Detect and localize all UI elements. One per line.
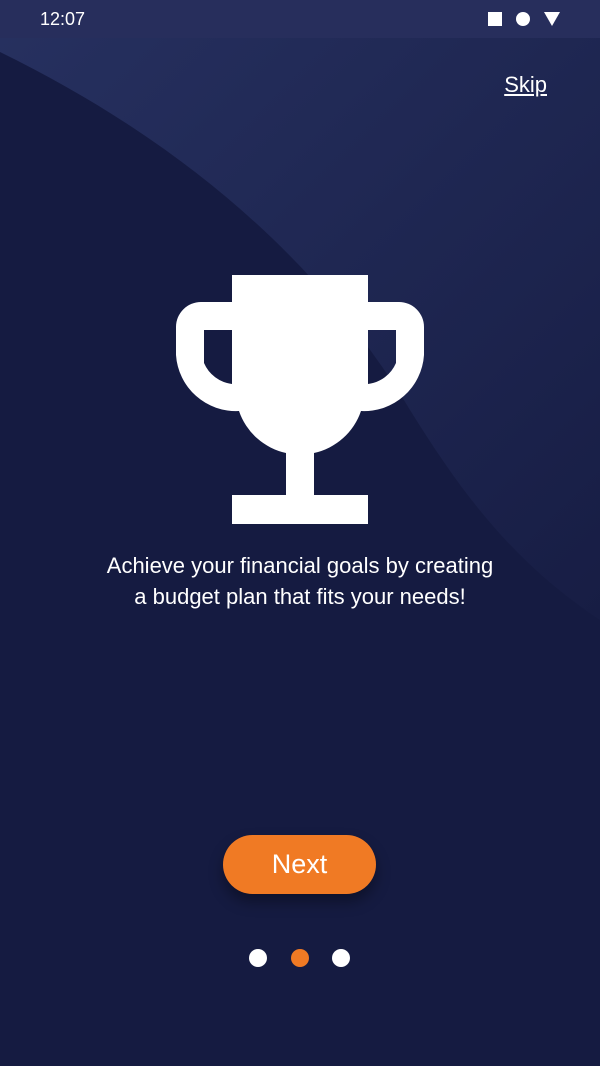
status-time: 12:07 (40, 9, 86, 29)
background-curve (0, 38, 600, 620)
status-bar: 12:07 (0, 0, 600, 38)
skip-link[interactable]: Skip (504, 72, 547, 98)
onboarding-message: Achieve your financial goals by creating… (50, 550, 550, 612)
message-line-1: Achieve your financial goals by creating (106, 553, 494, 578)
circle-icon (516, 12, 530, 26)
message-line-2: a budget plan that fits your needs! (134, 584, 466, 609)
trophy-icon (176, 275, 424, 524)
square-icon (488, 12, 502, 26)
triangle-icon (544, 12, 560, 26)
next-button[interactable]: Next (223, 835, 376, 894)
page-dot-2[interactable] (291, 949, 309, 967)
status-icons (488, 11, 560, 27)
page-dot-3[interactable] (332, 949, 350, 967)
page-dot-1[interactable] (249, 949, 267, 967)
pagination-dots (249, 949, 351, 967)
